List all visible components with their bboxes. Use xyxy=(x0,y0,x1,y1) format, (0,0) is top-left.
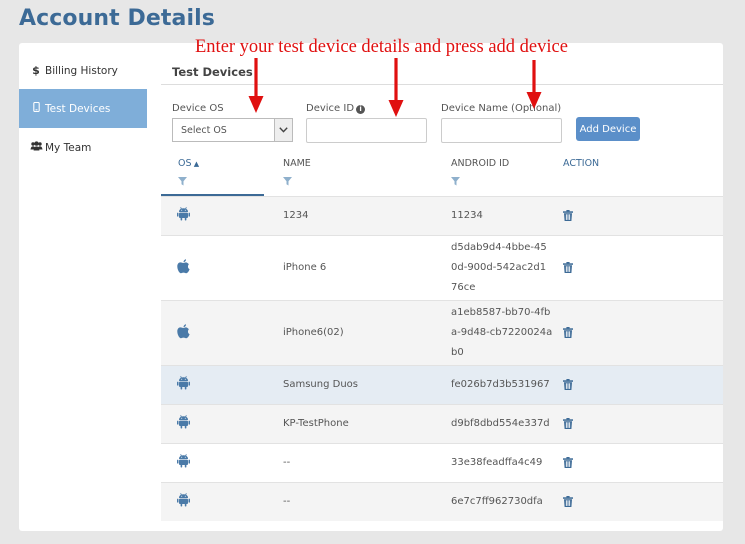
mobile-icon xyxy=(29,101,43,115)
device-id-input[interactable] xyxy=(306,118,427,143)
android-icon xyxy=(177,206,190,226)
android-icon xyxy=(177,492,190,512)
device-name-label: Device Name (Optional) xyxy=(441,103,562,114)
android-id-cell: 33e38feadffa4c49 xyxy=(451,453,542,473)
device-name-cell: 1234 xyxy=(283,209,309,221)
chevron-down-icon[interactable] xyxy=(274,119,292,141)
apple-icon xyxy=(177,323,190,344)
android-id-cell: fe026b7d3b531967 xyxy=(451,375,550,395)
device-name-cell: -- xyxy=(283,495,291,507)
device-os-select-value: Select OS xyxy=(181,125,227,136)
trash-icon[interactable] xyxy=(563,416,573,434)
device-name-cell: -- xyxy=(283,456,291,468)
main-panel: Test Devices Device OS Device ID i Device… xyxy=(161,43,723,531)
device-name-cell: iPhone 6 xyxy=(283,261,327,273)
android-id-line: 33e38feadffa4c49 xyxy=(451,456,543,468)
table-row: -- 33e38feadffa4c49 xyxy=(161,443,723,482)
android-icon xyxy=(177,414,190,434)
trash-icon[interactable] xyxy=(563,377,573,395)
account-card: $ Billing History Test Devices My Team T… xyxy=(19,43,723,531)
section-divider xyxy=(161,84,723,85)
info-icon[interactable]: i xyxy=(356,105,366,114)
android-id-line: 76ce xyxy=(451,281,476,293)
page-title: Account Details xyxy=(19,6,215,31)
device-id-label-text: Device ID xyxy=(306,103,355,114)
device-name-cell: KP-TestPhone xyxy=(283,417,349,429)
sidebar-item-label: Billing History xyxy=(45,64,118,77)
section-title: Test Devices xyxy=(172,65,253,79)
annotation-arrow-icon xyxy=(526,60,542,109)
users-icon xyxy=(29,141,43,154)
trash-icon[interactable] xyxy=(563,260,573,278)
dollar-icon: $ xyxy=(32,64,40,77)
android-id-line: 0d-900d-542ac2d1 xyxy=(451,261,547,273)
android-id-line: d5dab9d4-4bbe-45 xyxy=(451,241,547,253)
sidebar-item-test-devices[interactable]: Test Devices xyxy=(19,89,147,128)
table-row: KP-TestPhone d9bf8dbd554e337d xyxy=(161,404,723,443)
android-id-line: 11234 xyxy=(451,209,483,221)
android-id-line: a1eb8587-bb70-4fb xyxy=(451,306,551,318)
device-os-select[interactable]: Select OS xyxy=(172,118,293,142)
android-id-cell: 11234 xyxy=(451,206,483,226)
trash-icon[interactable] xyxy=(563,494,573,512)
device-name-input[interactable] xyxy=(441,118,562,143)
trash-icon[interactable] xyxy=(563,325,573,343)
column-header-android-id[interactable]: ANDROID ID xyxy=(451,158,509,169)
android-id-line: b0 xyxy=(451,346,464,358)
column-header-action: ACTION xyxy=(563,158,600,169)
device-name-cell: Samsung Duos xyxy=(283,378,358,390)
filter-icon[interactable] xyxy=(178,177,187,186)
sidebar-item-label: Test Devices xyxy=(45,102,111,115)
add-device-button[interactable]: Add Device xyxy=(576,117,640,141)
column-header-name[interactable]: NAME xyxy=(283,158,311,169)
annotation-arrow-icon xyxy=(388,58,404,117)
sort-asc-icon: ▲ xyxy=(191,160,200,168)
table-row: iPhone 6 d5dab9d4-4bbe-45 0d-900d-542ac2d1… xyxy=(161,235,723,300)
table-row: iPhone6(02) a1eb8587-bb70-4fb a-9d48-cb722… xyxy=(161,300,723,365)
android-id-line: a-9d48-cb7220024a xyxy=(451,326,553,338)
android-icon xyxy=(177,375,190,395)
device-id-label: Device ID i xyxy=(306,103,366,114)
sidebar-item-billing-history[interactable]: $ Billing History xyxy=(19,51,147,90)
sidebar-item-my-team[interactable]: My Team xyxy=(19,128,147,167)
filter-icon[interactable] xyxy=(451,177,460,186)
sidebar: $ Billing History Test Devices My Team xyxy=(19,43,147,531)
annotation-arrow-icon xyxy=(248,58,264,113)
android-id-cell: d9bf8dbd554e337d xyxy=(451,414,550,434)
table-row: Samsung Duos fe026b7d3b531967 xyxy=(161,365,723,404)
annotation-text: Enter your test device details and press… xyxy=(195,37,568,57)
android-id-line: d9bf8dbd554e337d xyxy=(451,417,550,429)
trash-icon[interactable] xyxy=(563,455,573,473)
android-icon xyxy=(177,453,190,473)
android-id-line: 6e7c7ff962730dfa xyxy=(451,495,543,507)
trash-icon[interactable] xyxy=(563,208,573,226)
android-id-line: fe026b7d3b531967 xyxy=(451,378,550,390)
column-header-os-label: OS xyxy=(178,158,192,169)
table-row: 1234 11234 xyxy=(161,196,723,235)
apple-icon xyxy=(177,258,190,279)
sidebar-item-label: My Team xyxy=(45,141,92,154)
column-header-os[interactable]: OS ▲ xyxy=(178,158,199,169)
android-id-cell: a1eb8587-bb70-4fb a-9d48-cb7220024a b0 xyxy=(451,303,552,363)
device-os-label: Device OS xyxy=(172,103,224,114)
filter-icon[interactable] xyxy=(283,177,292,186)
device-name-cell: iPhone6(02) xyxy=(283,326,344,338)
android-id-cell: d5dab9d4-4bbe-45 0d-900d-542ac2d1 76ce xyxy=(451,238,547,298)
android-id-cell: 6e7c7ff962730dfa xyxy=(451,492,543,512)
table-row: -- 6e7c7ff962730dfa xyxy=(161,482,723,521)
